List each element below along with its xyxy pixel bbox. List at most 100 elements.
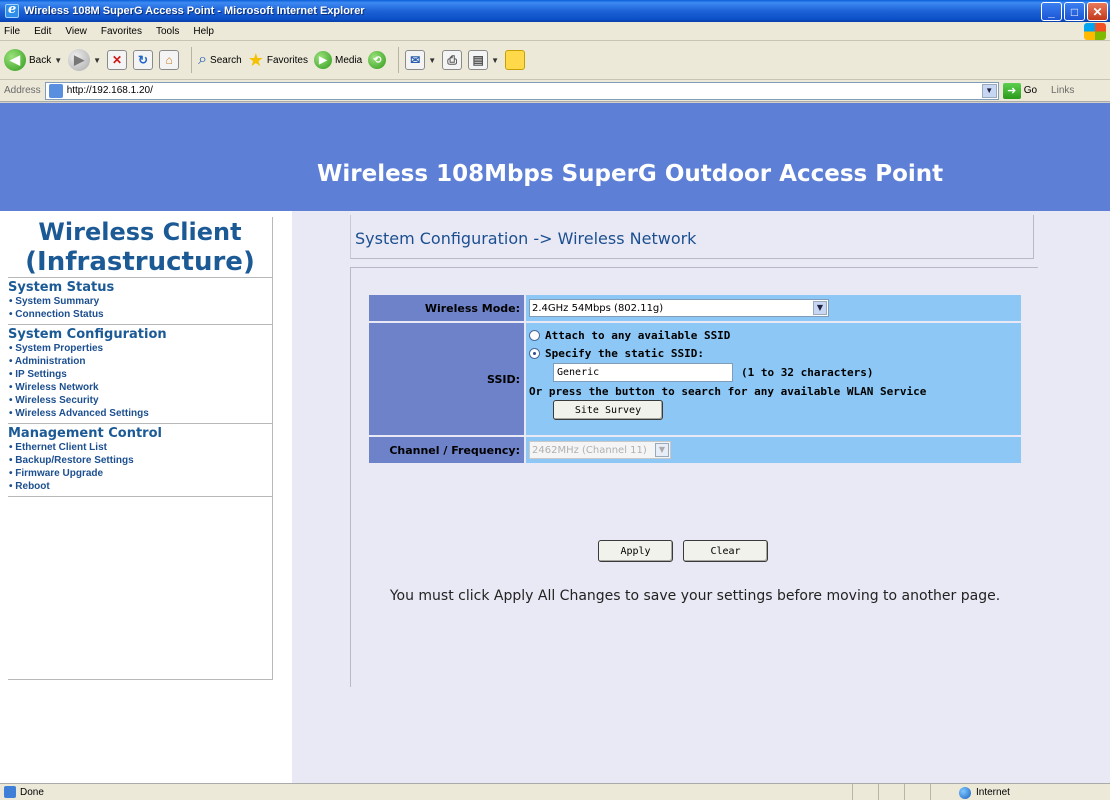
nav-item-ip-settings[interactable]: IP Settings: [8, 368, 272, 381]
nav-item-wireless-network[interactable]: Wireless Network: [8, 381, 272, 394]
chevron-down-icon: ▼: [54, 55, 63, 65]
mode-title-line2: (Infrastructure): [25, 247, 255, 277]
back-label: Back: [29, 54, 52, 66]
close-button[interactable]: ✕: [1087, 2, 1108, 21]
wireless-form: Wireless Mode: 2.4GHz 54Mbps (802.11g) ▼…: [369, 295, 1021, 465]
chevron-down-icon: ▼: [655, 443, 669, 457]
site-survey-button[interactable]: Site Survey: [553, 400, 663, 420]
print-icon: ⎙: [442, 50, 463, 70]
menu-tools[interactable]: Tools: [156, 26, 179, 37]
chevron-down-icon: ▼: [428, 55, 437, 65]
media-button[interactable]: ▶ Media: [314, 51, 362, 69]
home-button[interactable]: ⌂: [159, 50, 180, 70]
nav-item-backup-restore-settings[interactable]: Backup/Restore Settings: [8, 454, 272, 467]
menu-bar: File Edit View Favorites Tools Help: [0, 22, 1110, 41]
menu-view[interactable]: View: [65, 26, 87, 37]
print-button[interactable]: ⎙: [442, 50, 463, 70]
breadcrumb-box: System Configuration -> Wireless Network: [350, 215, 1034, 259]
address-url: http://192.168.1.20/: [66, 85, 153, 96]
forward-arrow-icon: ▶: [68, 49, 91, 71]
stop-icon: ✕: [107, 50, 128, 70]
menu-help[interactable]: Help: [193, 26, 214, 37]
chevron-down-icon: ▼: [813, 301, 827, 315]
zone-label: Internet: [976, 787, 1010, 798]
left-nav: Wireless Client (Infrastructure) System …: [8, 217, 273, 680]
minimize-button[interactable]: _: [1041, 2, 1062, 21]
ie-icon: [5, 2, 19, 18]
wireless-mode-cell: 2.4GHz 54Mbps (802.11g) ▼: [526, 295, 1021, 321]
forward-button[interactable]: ▶ ▼: [68, 49, 101, 71]
nav-item-wireless-security[interactable]: Wireless Security: [8, 394, 272, 407]
toolbar-divider: [191, 47, 193, 73]
radio-button[interactable]: [529, 329, 540, 341]
go-button[interactable]: ➜ Go: [1002, 82, 1037, 99]
survey-hint: Or press the button to search for any av…: [529, 385, 927, 398]
radio-button-checked[interactable]: [529, 347, 540, 359]
address-label: Address: [4, 85, 41, 96]
row-ssid: SSID: Attach to any available SSID Speci…: [369, 323, 1021, 435]
apply-button[interactable]: Apply: [598, 540, 673, 562]
page-icon: [48, 83, 63, 98]
radio-any-ssid[interactable]: Attach to any available SSID: [529, 326, 926, 344]
page-done-icon: [4, 786, 16, 798]
row-wireless-mode: Wireless Mode: 2.4GHz 54Mbps (802.11g) ▼: [369, 295, 1021, 321]
search-button[interactable]: ⌕ Search: [198, 51, 242, 69]
address-input[interactable]: http://192.168.1.20/ ▼: [44, 81, 999, 100]
banner-title: Wireless 108Mbps SuperG Outdoor Access P…: [317, 161, 944, 187]
favorites-label: Favorites: [266, 54, 308, 66]
nav-item-system-properties[interactable]: System Properties: [8, 342, 272, 355]
ssid-input-row: Generic (1 to 32 characters): [553, 362, 926, 383]
links-button[interactable]: Links: [1051, 85, 1074, 96]
nav-item-connection-status[interactable]: Connection Status: [8, 308, 272, 321]
chevron-down-icon: ▼: [93, 55, 102, 65]
folder-button[interactable]: [505, 50, 526, 70]
maximize-button[interactable]: □: [1064, 2, 1085, 21]
nav-item-system-summary[interactable]: System Summary: [8, 295, 272, 308]
history-icon: ⟲: [368, 51, 387, 69]
menu-edit[interactable]: Edit: [34, 26, 51, 37]
status-cells: Internet: [852, 784, 1110, 800]
mail-button[interactable]: ✉ ▼: [405, 50, 436, 70]
ssid-input[interactable]: Generic: [553, 363, 733, 382]
nav-section-title: Management Control: [8, 426, 162, 441]
nav-section-system-status: System Status System Summary Connection …: [8, 277, 272, 324]
ssid-label: SSID:: [369, 323, 524, 435]
channel-label: Channel / Frequency:: [369, 437, 524, 463]
site-survey-wrap: Site Survey: [553, 400, 926, 420]
chevron-down-icon: ▼: [491, 55, 500, 65]
favorites-button[interactable]: ★ Favorites: [248, 50, 308, 71]
mode-title-line1: Wireless Client: [38, 218, 242, 246]
refresh-button[interactable]: ↻: [133, 50, 154, 70]
wireless-mode-select[interactable]: 2.4GHz 54Mbps (802.11g) ▼: [529, 299, 829, 317]
nav-item-reboot[interactable]: Reboot: [8, 480, 272, 493]
status-cell: [878, 784, 904, 800]
stop-button[interactable]: ✕: [107, 50, 128, 70]
home-icon: ⌂: [159, 50, 180, 70]
menu-favorites[interactable]: Favorites: [101, 26, 142, 37]
page-content: Wireless 108Mbps SuperG Outdoor Access P…: [0, 103, 1110, 783]
nav-item-firmware-upgrade[interactable]: Firmware Upgrade: [8, 467, 272, 480]
mail-icon: ✉: [405, 50, 426, 70]
nav-item-administration[interactable]: Administration: [8, 355, 272, 368]
radio-static-ssid[interactable]: Specify the static SSID:: [529, 344, 926, 362]
chevron-down-icon[interactable]: ▼: [981, 83, 997, 98]
channel-cell: 2462MHz (Channel 11) ▼: [526, 437, 1021, 463]
nav-item-wireless-advanced-settings[interactable]: Wireless Advanced Settings: [8, 407, 272, 420]
history-button[interactable]: ⟲: [368, 51, 387, 69]
ssid-options: Attach to any available SSID Specify the…: [529, 323, 926, 423]
menu-file[interactable]: File: [4, 26, 20, 37]
edit-icon: ▤: [468, 50, 489, 70]
media-icon: ▶: [314, 51, 332, 69]
clear-button[interactable]: Clear: [683, 540, 768, 562]
radio-static-label: Specify the static SSID:: [545, 346, 704, 360]
windows-logo-icon: [1084, 23, 1106, 40]
wireless-mode-label: Wireless Mode:: [369, 295, 524, 321]
page-banner: Wireless 108Mbps SuperG Outdoor Access P…: [0, 103, 1110, 211]
toolbar-divider: [398, 47, 400, 73]
star-icon: ★: [247, 49, 264, 70]
row-channel: Channel / Frequency: 2462MHz (Channel 11…: [369, 437, 1021, 463]
window-controls: _ □ ✕: [1041, 2, 1108, 21]
back-button[interactable]: ◀ Back ▼: [4, 49, 62, 71]
edit-button[interactable]: ▤ ▼: [468, 50, 499, 70]
nav-item-ethernet-client-list[interactable]: Ethernet Client List: [8, 441, 272, 454]
